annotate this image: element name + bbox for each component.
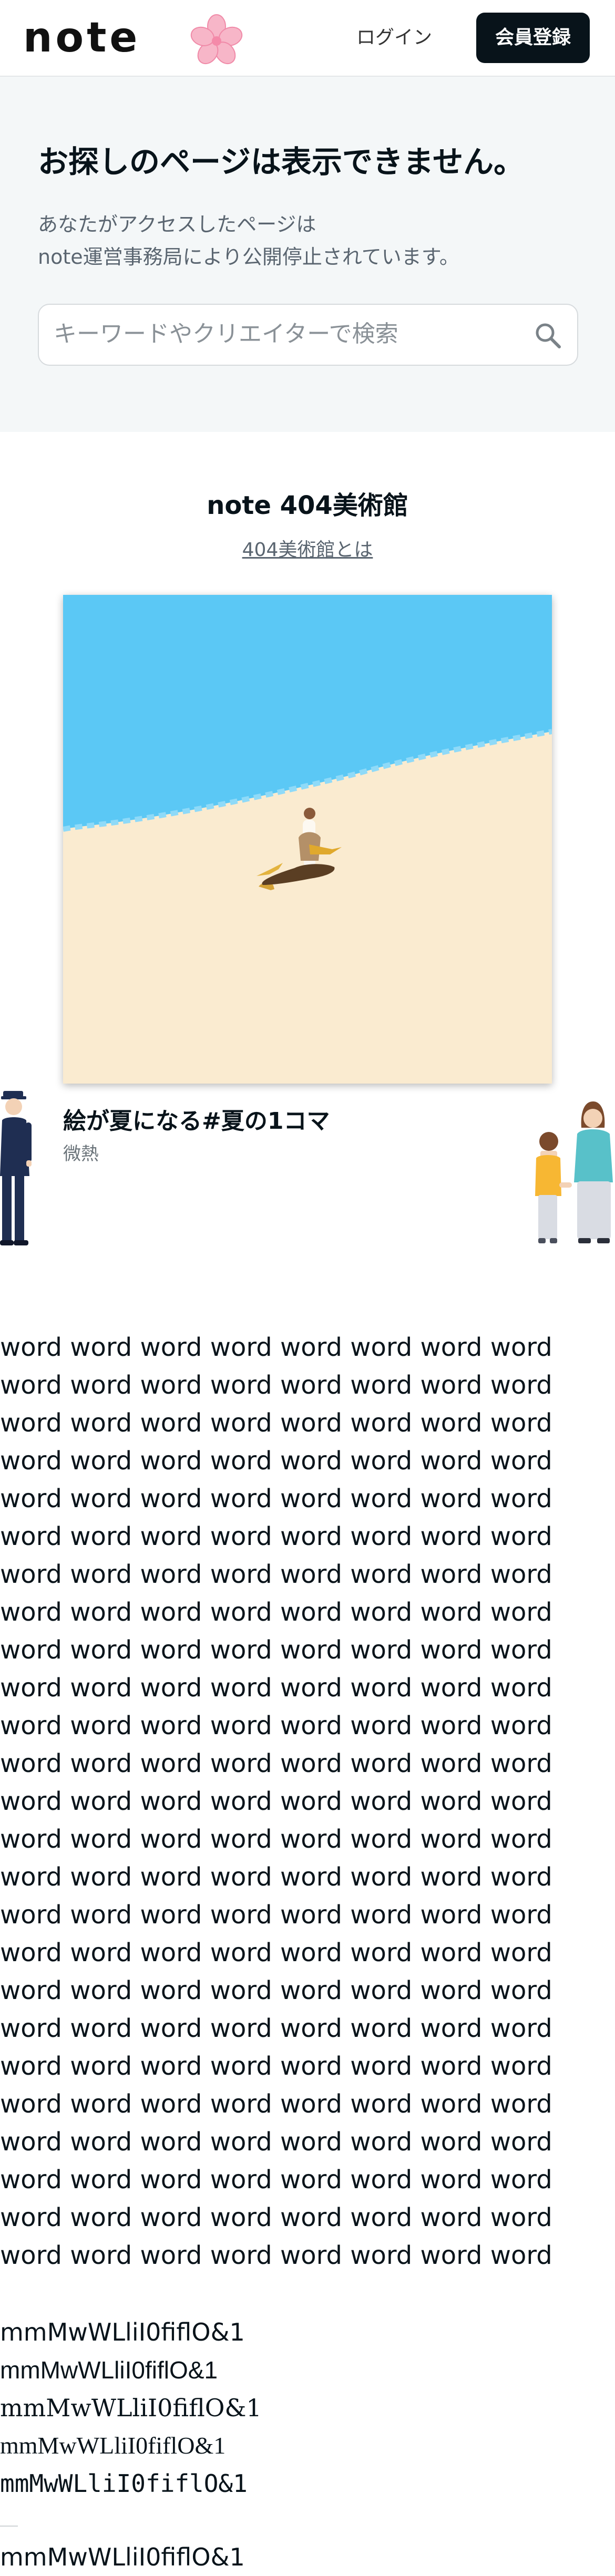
error-title: お探しのページは表示できません。: [38, 144, 525, 180]
artwork-title: 絵が夏になる#夏の1コマ: [63, 1108, 330, 1135]
museum-visitors-illustration: [535, 1101, 613, 1243]
font-sample-line: mmMwWLliI0fiflO&1: [0, 2318, 245, 2346]
artwork-author: 微熱: [63, 1143, 99, 1165]
filler-line: word word word word word word word word: [0, 1598, 552, 1627]
filler-line: word word word word word word word word: [0, 1938, 552, 1967]
filler-line: word word word word word word word word: [0, 2203, 552, 2232]
site-header: note ログイン 会員登録: [0, 0, 615, 77]
museum-title: note 404美術館: [207, 491, 408, 520]
filler-line: word word word word word word word word: [0, 1749, 552, 1778]
font-sample-line: mmMwWLliI0fiflO&1: [0, 2394, 262, 2422]
error-section: お探しのページは表示できません。 あなたがアクセスしたページは note運営事務…: [0, 77, 615, 432]
filler-line: word word word word word word word word: [0, 1711, 552, 1740]
museum-guard-illustration: [0, 1091, 32, 1245]
filler-line: word word word word word word word word: [0, 1635, 552, 1665]
filler-text-block: word word word word word word word word …: [0, 1328, 615, 2274]
note-logo[interactable]: note: [23, 14, 244, 65]
filler-line: word word word word word word word word: [0, 2165, 552, 2194]
filler-line: word word word word word word word word: [0, 1560, 552, 1589]
filler-line: word word word word word word word word: [0, 1333, 552, 1362]
font-sample-line: mmMwWLliI0fiflO&1: [0, 2543, 245, 2571]
font-sample-line: mmMwWLliI0fiflO&1: [0, 2469, 248, 2498]
filler-line: word word word word word word word word: [0, 1371, 552, 1400]
font-sample-line: mmMwWLliI0fiflO&1: [0, 2432, 226, 2459]
filler-line: word word word word word word word word: [0, 1862, 552, 1892]
cherry-blossom-icon: [190, 14, 243, 65]
filler-line: word word word word word word word word: [0, 2241, 552, 2270]
filler-line: word word word word word word word word: [0, 1787, 552, 1816]
filler-line: word word word word word word word word: [0, 1446, 552, 1476]
search-icon[interactable]: [533, 321, 562, 350]
filler-line: word word word word word word word word: [0, 2052, 552, 2081]
error-desc-line: あなたがアクセスしたページは: [38, 213, 316, 236]
login-link[interactable]: ログイン: [342, 23, 447, 53]
filler-line: word word word word word word word word: [0, 1522, 552, 1551]
search-input[interactable]: キーワードやクリエイターで検索: [38, 304, 578, 366]
error-desc-line: note運営事務局により公開停止されています。: [38, 245, 459, 269]
filler-line: word word word word word word word word: [0, 2089, 552, 2119]
filler-line: word word word word word word word word: [0, 1408, 552, 1438]
museum-about-link[interactable]: 404美術館とは: [0, 537, 615, 563]
search-placeholder: キーワードやクリエイターで検索: [54, 321, 398, 347]
filler-line: word word word word word word word word: [0, 2127, 552, 2157]
error-description: あなたがアクセスしたページは note運営事務局により公開停止されています。: [38, 208, 563, 273]
filler-line: word word word word word word word word: [0, 1484, 552, 1513]
artwork-image[interactable]: [63, 595, 552, 1084]
filler-line: word word word word word word word word: [0, 1825, 552, 1854]
divider: [0, 2526, 18, 2527]
filler-line: word word word word word word word word: [0, 2014, 552, 2043]
signup-button[interactable]: 会員登録: [476, 13, 590, 63]
filler-line: word word word word word word word word: [0, 1976, 552, 2005]
filler-line: word word word word word word word word: [0, 1673, 552, 1703]
filler-line: word word word word word word word word: [0, 1900, 552, 1930]
font-sample-line: mmMwWLliI0fiflO&1: [0, 2356, 218, 2384]
logo-text: note: [23, 14, 141, 61]
